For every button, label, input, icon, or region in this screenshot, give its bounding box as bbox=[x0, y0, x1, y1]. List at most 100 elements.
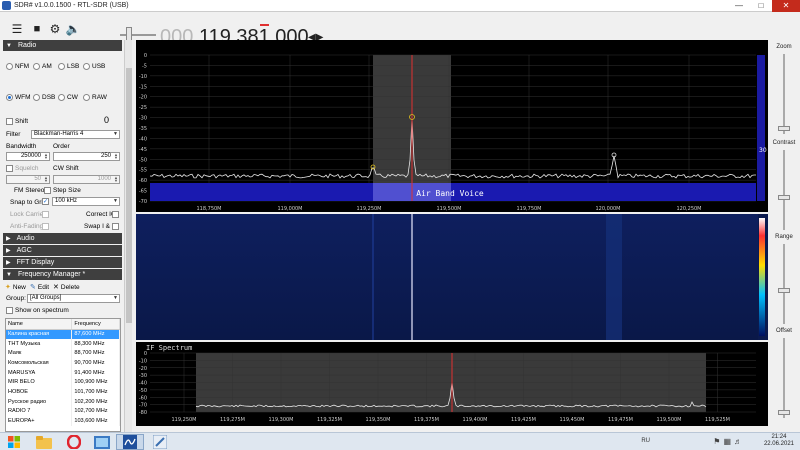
table-row[interactable]: НОВОЕ 101,700 MHz bbox=[6, 387, 120, 397]
explorer-taskbar-icon[interactable] bbox=[30, 434, 58, 450]
mode-lsb[interactable]: LSB bbox=[58, 63, 79, 70]
table-row[interactable]: Калина красная 87,600 MHz bbox=[6, 329, 120, 339]
section-fft-header[interactable]: ▶ FFT Display bbox=[3, 257, 122, 268]
opera-icon bbox=[67, 435, 81, 449]
speaker-icon[interactable]: 🔈 bbox=[66, 22, 81, 36]
step-size-select[interactable]: 100 kHz ▼ bbox=[52, 197, 120, 206]
if-spectrum[interactable]: IF Spectrum 0 -10 -20 -30 -40 -50 -60 -70 -80 11… bbox=[136, 342, 768, 426]
group-select[interactable]: [All Groups] ▼ bbox=[27, 294, 120, 303]
show-on-spectrum-checkbox[interactable]: Show on spectrum bbox=[6, 307, 69, 314]
volume-icon[interactable]: ♬ bbox=[734, 437, 745, 446]
shift-value[interactable]: 0 bbox=[104, 115, 109, 125]
contrast-slider-thumb[interactable] bbox=[778, 195, 790, 200]
y-tick-label: -50 bbox=[139, 157, 147, 163]
lock-carrier-checkbox[interactable] bbox=[42, 211, 49, 218]
spin-icon[interactable]: ▲ ▼ bbox=[114, 153, 118, 160]
flag-icon[interactable]: ⚑ bbox=[713, 437, 723, 446]
close-icon[interactable]: ✕ bbox=[772, 0, 800, 12]
mode-label: DSB bbox=[42, 94, 56, 101]
volume-slider-thumb[interactable] bbox=[126, 27, 132, 41]
paint-icon bbox=[153, 435, 167, 449]
spectrum-analyzer[interactable]: Air Band Voice 0 -5 -10 -15 -20 -25 -30 -35 -40 -… bbox=[136, 40, 768, 212]
waterfall-display[interactable] bbox=[136, 214, 768, 340]
filter-select[interactable]: Blackman-Harris 4 ▼ bbox=[31, 130, 120, 139]
section-freq-manager-header[interactable]: ▼ Frequency Manager * bbox=[3, 269, 122, 280]
contrast-slider-track[interactable] bbox=[783, 150, 785, 230]
new-entry-button[interactable]: ✦ New bbox=[5, 283, 26, 292]
range-slider-track[interactable] bbox=[783, 244, 785, 324]
start-button[interactable] bbox=[3, 434, 25, 450]
section-audio-header[interactable]: ▶ Audio bbox=[3, 233, 122, 244]
spin-icon[interactable]: ▲ ▼ bbox=[114, 176, 118, 183]
range-slider-thumb[interactable] bbox=[778, 288, 790, 293]
stop-icon[interactable]: ■ bbox=[30, 22, 44, 36]
spin-icon[interactable]: ▲ ▼ bbox=[44, 176, 48, 183]
offset-slider-thumb[interactable] bbox=[778, 410, 790, 415]
mode-am[interactable]: AM bbox=[33, 63, 52, 70]
zoom-slider-track[interactable] bbox=[783, 54, 785, 134]
order-input[interactable]: 250 ▲ ▼ bbox=[53, 152, 120, 161]
maximize-icon[interactable]: □ bbox=[750, 0, 772, 12]
edit-entry-button[interactable]: ✎ Edit bbox=[30, 283, 50, 292]
scrollbar-thumb[interactable] bbox=[126, 68, 132, 323]
mode-cw[interactable]: CW bbox=[58, 94, 78, 101]
cw-shift-input[interactable]: 1000 ▲ ▼ bbox=[53, 175, 120, 184]
waterfall-svg bbox=[136, 214, 765, 340]
clock-time: 21:24 bbox=[771, 434, 787, 440]
anti-fading-checkbox[interactable] bbox=[42, 223, 49, 230]
squelch-checkbox[interactable]: Squelch bbox=[6, 165, 39, 172]
taskbar: RU ⚑▦♬ 21:24 22.06.2021 bbox=[0, 432, 800, 450]
gear-icon[interactable]: ⚙ bbox=[48, 22, 62, 36]
if-spectrum-title: IF Spectrum bbox=[146, 344, 192, 352]
title-bar: SDR# v1.0.0.1500 - RTL-SDR (USB) — □ ✕ bbox=[0, 0, 800, 12]
tray-icons[interactable]: ⚑▦♬ bbox=[713, 437, 745, 446]
media-taskbar-icon[interactable] bbox=[88, 434, 116, 450]
swap-iq-checkbox[interactable] bbox=[112, 223, 119, 230]
column-header-name[interactable]: Name bbox=[6, 319, 73, 330]
column-header-frequency[interactable]: Frequency bbox=[71, 319, 120, 330]
left-panel-scrollbar[interactable] bbox=[124, 40, 132, 432]
snap-checkbox[interactable]: ✓ bbox=[42, 198, 49, 205]
y-tick-label: -30 bbox=[139, 373, 147, 379]
lock-carrier-label: Lock Carrier bbox=[10, 211, 46, 218]
spin-icon[interactable]: ▲ ▼ bbox=[44, 153, 48, 160]
language-indicator[interactable]: RU bbox=[641, 438, 650, 444]
mode-nfm[interactable]: NFM bbox=[6, 63, 29, 70]
opera-taskbar-icon[interactable] bbox=[60, 434, 88, 450]
step-size-checkbox[interactable]: Step Size bbox=[44, 187, 81, 194]
mode-wfm[interactable]: WFM bbox=[6, 94, 31, 101]
mode-raw[interactable]: RAW bbox=[83, 94, 107, 101]
minimize-icon[interactable]: — bbox=[728, 0, 750, 12]
mode-usb[interactable]: USB bbox=[83, 63, 105, 70]
squelch-input[interactable]: 50 ▲ ▼ bbox=[6, 175, 50, 184]
bandwidth-input[interactable]: 250000 ▲ ▼ bbox=[6, 152, 50, 161]
menu-icon[interactable]: ☰ bbox=[10, 22, 24, 36]
table-row[interactable]: Комсомольская 90,700 MHz bbox=[6, 358, 120, 368]
table-row[interactable]: RADIO 7 102,700 MHz bbox=[6, 406, 120, 417]
table-row[interactable]: MARUSYA 91,400 MHz bbox=[6, 367, 120, 378]
table-row[interactable]: Маяк 88,700 MHz bbox=[6, 348, 120, 359]
clock[interactable]: 21:24 22.06.2021 bbox=[764, 434, 794, 448]
section-radio-header[interactable]: ▼ Radio bbox=[3, 40, 122, 51]
edit-label: Edit bbox=[37, 283, 50, 291]
section-agc-header[interactable]: ▶ AGC bbox=[3, 245, 122, 256]
delete-entry-button[interactable]: ✕ Delete bbox=[53, 283, 80, 292]
station-name-cell: MARUSYA bbox=[6, 367, 73, 378]
right-panel: Zoom Contrast Range Offset bbox=[768, 40, 800, 432]
shift-checkbox[interactable]: Shift bbox=[6, 118, 28, 125]
table-row[interactable]: MIR BELO 100,900 MHz bbox=[6, 377, 120, 388]
offset-slider-track[interactable] bbox=[783, 338, 785, 418]
zoom-slider-thumb[interactable] bbox=[778, 126, 790, 131]
correct-iq-checkbox[interactable] bbox=[112, 211, 119, 218]
network-icon[interactable]: ▦ bbox=[723, 437, 734, 446]
expand-icon: ▶ bbox=[6, 248, 11, 254]
sdr-icon bbox=[123, 435, 137, 449]
mode-dsb[interactable]: DSB bbox=[33, 94, 55, 101]
table-row[interactable]: Русское радио 102,200 MHz bbox=[6, 396, 120, 407]
table-row[interactable]: ТНТ Музыка 88,300 MHz bbox=[6, 338, 120, 349]
station-name-cell: Маяк bbox=[6, 348, 73, 359]
sdr-taskbar-icon[interactable] bbox=[116, 434, 144, 450]
paint-taskbar-icon[interactable] bbox=[146, 434, 174, 450]
x-tick-label: 120,250M bbox=[677, 206, 702, 212]
table-row[interactable]: EUROPA+ 103,600 MHz bbox=[6, 416, 120, 426]
